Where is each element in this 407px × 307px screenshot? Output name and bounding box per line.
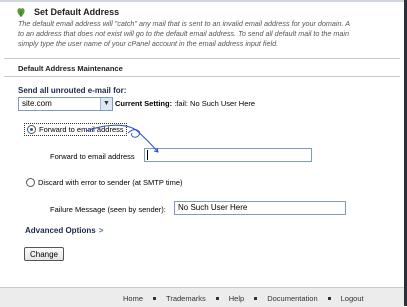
send-unrouted-label: Send all unrouted e-mail for: xyxy=(18,86,127,95)
intro-text: The default email address will "catch" a… xyxy=(18,19,404,49)
footer-links: Home Trademarks Help Documentation Logou… xyxy=(123,294,364,303)
current-setting: Current Setting: :fail: No Such User Her… xyxy=(115,99,256,108)
footer: Home Trademarks Help Documentation Logou… xyxy=(0,287,404,307)
footer-separator xyxy=(215,297,219,300)
footer-link-trademarks[interactable]: Trademarks xyxy=(166,294,206,303)
footer-link-home[interactable]: Home xyxy=(123,294,143,303)
footer-separator xyxy=(327,297,331,300)
forward-option-label[interactable]: Forward to email address xyxy=(39,125,124,134)
forward-field-label: Forward to email address xyxy=(50,152,135,161)
discard-option[interactable]: Discard with error to sender (at SMTP ti… xyxy=(26,178,183,187)
forward-radio[interactable] xyxy=(27,125,36,134)
section-title: Default Address Maintenance xyxy=(18,64,123,73)
footer-separator xyxy=(153,297,157,300)
discard-radio[interactable] xyxy=(26,178,35,187)
advanced-options-link[interactable]: Advanced Options > xyxy=(25,226,103,235)
advanced-options-label[interactable]: Advanced Options xyxy=(25,226,96,235)
footer-link-documentation[interactable]: Documentation xyxy=(267,294,317,303)
footer-link-logout[interactable]: Logout xyxy=(341,294,364,303)
intro-line-2: to an address that does not exist will g… xyxy=(18,29,349,38)
current-setting-label: Current Setting xyxy=(115,99,170,108)
intro-line-1: The default email address will "catch" a… xyxy=(18,19,351,28)
failure-message-label: Failure Message (seen by sender): xyxy=(50,205,166,214)
discard-option-label[interactable]: Discard with error to sender (at SMTP ti… xyxy=(38,178,183,187)
forward-email-input[interactable] xyxy=(144,148,312,162)
annotation-loop xyxy=(127,129,141,138)
forward-option[interactable]: Forward to email address xyxy=(24,123,127,136)
failure-message-input[interactable]: No Such User Here xyxy=(174,201,346,215)
section-divider-top xyxy=(4,58,400,59)
change-button[interactable]: Change xyxy=(24,247,64,261)
text-caret xyxy=(147,150,148,160)
footer-link-help[interactable]: Help xyxy=(229,294,244,303)
section-divider-bottom xyxy=(4,76,400,77)
default-address-icon xyxy=(17,8,25,17)
page-title: Set Default Address xyxy=(34,7,120,17)
footer-separator xyxy=(254,297,258,300)
domain-select[interactable]: site.com ▼ xyxy=(18,97,113,111)
domain-select-value: site.com xyxy=(22,99,52,108)
current-setting-value: :fail: No Such User Here xyxy=(174,99,256,108)
advanced-chevron-icon[interactable]: > xyxy=(99,226,104,235)
intro-line-3: simply type the user name of your cPanel… xyxy=(18,39,279,48)
chevron-down-icon[interactable]: ▼ xyxy=(100,98,112,110)
